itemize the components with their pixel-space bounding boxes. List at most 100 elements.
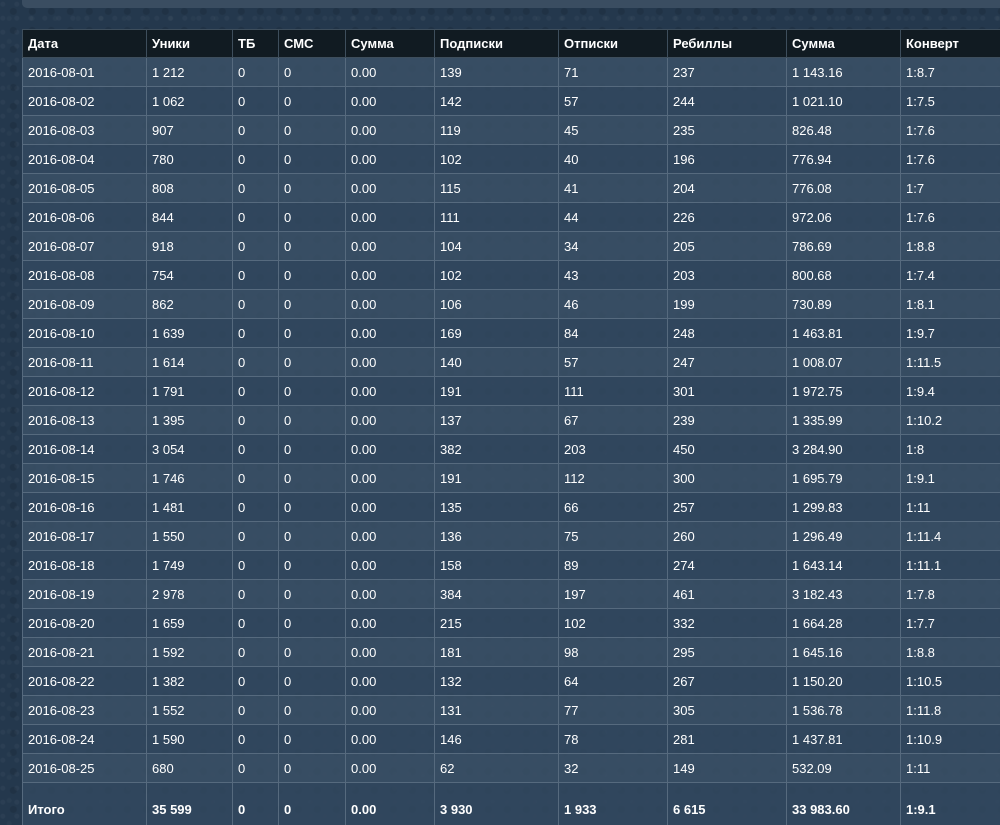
cell-sum: 0.00 — [345, 376, 435, 406]
cell-rebill-sum: 786.69 — [786, 231, 901, 261]
header-conversion[interactable]: Конверт — [900, 29, 1000, 58]
cell-sms: 0 — [278, 637, 346, 667]
cell-tb: 0 — [232, 144, 279, 174]
cell-tb: 0 — [232, 289, 279, 319]
cell-subscriptions: 106 — [434, 289, 559, 319]
header-unsubscriptions[interactable]: Отписки — [558, 29, 668, 58]
header-sms[interactable]: СМС — [278, 29, 346, 58]
cell-subscriptions: 169 — [434, 318, 559, 348]
cell-subscriptions: 102 — [434, 144, 559, 174]
cell-sum: 0.00 — [345, 434, 435, 464]
cell-unsubscriptions: 46 — [558, 289, 668, 319]
cell-rebills: 239 — [667, 405, 787, 435]
cell-date: 2016-08-21 — [22, 637, 147, 667]
cell-uniques: 1 395 — [146, 405, 233, 435]
table-row: 2016-08-12 1 791 0 0 0.00 191 111 301 1 972.75 1:… — [22, 376, 1000, 406]
cell-sms: 0 — [278, 492, 346, 522]
cell-subscriptions: 158 — [434, 550, 559, 580]
cell-tb: 0 — [232, 695, 279, 725]
header-row: Дата Уники ТБ СМС Сумма Подписки Отписки… — [22, 29, 1000, 58]
cell-sum: 0.00 — [345, 550, 435, 580]
table-row: 2016-08-02 1 062 0 0 0.00 142 57 244 1 021.10 1:7… — [22, 86, 1000, 116]
table-row: 2016-08-03 907 0 0 0.00 119 45 235 826.48 1:7.6 — [22, 115, 1000, 145]
cell-uniques: 1 550 — [146, 521, 233, 551]
cell-unsubscriptions: 41 — [558, 173, 668, 203]
table-row: 2016-08-24 1 590 0 0 0.00 146 78 281 1 437.81 1:1… — [22, 724, 1000, 754]
cell-sms: 0 — [278, 260, 346, 290]
cell-subscriptions: 384 — [434, 579, 559, 609]
cell-date: 2016-08-22 — [22, 666, 147, 696]
cell-unsubscriptions: 197 — [558, 579, 668, 609]
cell-sms: 0 — [278, 347, 346, 377]
cell-sum: 0.00 — [345, 579, 435, 609]
header-rebill-sum[interactable]: Сумма — [786, 29, 901, 58]
cell-sms: 0 — [278, 695, 346, 725]
cell-conversion: 1:7.5 — [900, 86, 1000, 116]
cell-rebill-sum: 3 182.43 — [786, 579, 901, 609]
cell-uniques: 1 382 — [146, 666, 233, 696]
cell-sum: 0.00 — [345, 492, 435, 522]
cell-date: 2016-08-11 — [22, 347, 147, 377]
cell-rebill-sum: 3 284.90 — [786, 434, 901, 464]
cell-tb: 0 — [232, 86, 279, 116]
cell-unsubscriptions: 71 — [558, 57, 668, 87]
cell-conversion: 1:9.4 — [900, 376, 1000, 406]
cell-subscriptions: 191 — [434, 463, 559, 493]
cell-sms: 0 — [278, 550, 346, 580]
cell-conversion: 1:11.5 — [900, 347, 1000, 377]
cell-uniques: 754 — [146, 260, 233, 290]
cell-sms: 0 — [278, 202, 346, 232]
cell-subscriptions: 215 — [434, 608, 559, 638]
cell-conversion: 1:10.9 — [900, 724, 1000, 754]
table-row: 2016-08-10 1 639 0 0 0.00 169 84 248 1 463.81 1:9… — [22, 318, 1000, 348]
cell-rebill-sum: 1 645.16 — [786, 637, 901, 667]
cell-conversion: 1:8.8 — [900, 637, 1000, 667]
cell-uniques: 1 746 — [146, 463, 233, 493]
cell-rebill-sum: 1 299.83 — [786, 492, 901, 522]
cell-conversion: 1:7.4 — [900, 260, 1000, 290]
cell-rebills: 450 — [667, 434, 787, 464]
cell-sms: 0 — [278, 57, 346, 87]
cell-rebills: 461 — [667, 579, 787, 609]
totals-rebills: 6 615 — [667, 782, 787, 825]
cell-rebill-sum: 1 643.14 — [786, 550, 901, 580]
cell-sms: 0 — [278, 173, 346, 203]
header-sum[interactable]: Сумма — [345, 29, 435, 58]
header-tb[interactable]: ТБ — [232, 29, 279, 58]
cell-tb: 0 — [232, 115, 279, 145]
table-body: 2016-08-01 1 212 0 0 0.00 139 71 237 1 143.16 1:8… — [22, 57, 1000, 783]
cell-conversion: 1:8.8 — [900, 231, 1000, 261]
cell-unsubscriptions: 43 — [558, 260, 668, 290]
cell-subscriptions: 181 — [434, 637, 559, 667]
cell-uniques: 1 592 — [146, 637, 233, 667]
cell-tb: 0 — [232, 724, 279, 754]
table-header: Дата Уники ТБ СМС Сумма Подписки Отписки… — [22, 29, 1000, 58]
cell-conversion: 1:7 — [900, 173, 1000, 203]
cell-subscriptions: 131 — [434, 695, 559, 725]
cell-subscriptions: 140 — [434, 347, 559, 377]
cell-rebill-sum: 1 463.81 — [786, 318, 901, 348]
cell-rebill-sum: 972.06 — [786, 202, 901, 232]
cell-uniques: 1 614 — [146, 347, 233, 377]
cell-sms: 0 — [278, 86, 346, 116]
totals-label: Итого — [22, 782, 147, 825]
cell-uniques: 918 — [146, 231, 233, 261]
table-row: 2016-08-17 1 550 0 0 0.00 136 75 260 1 296.49 1:1… — [22, 521, 1000, 551]
cell-rebills: 300 — [667, 463, 787, 493]
cell-sum: 0.00 — [345, 463, 435, 493]
header-rebills[interactable]: Ребиллы — [667, 29, 787, 58]
cell-subscriptions: 115 — [434, 173, 559, 203]
cell-unsubscriptions: 34 — [558, 231, 668, 261]
cell-tb: 0 — [232, 492, 279, 522]
table-row: 2016-08-01 1 212 0 0 0.00 139 71 237 1 143.16 1:8… — [22, 57, 1000, 87]
cell-conversion: 1:7.7 — [900, 608, 1000, 638]
cell-uniques: 3 054 — [146, 434, 233, 464]
table-row: 2016-08-23 1 552 0 0 0.00 131 77 305 1 536.78 1:1… — [22, 695, 1000, 725]
header-subscriptions[interactable]: Подписки — [434, 29, 559, 58]
header-uniques[interactable]: Уники — [146, 29, 233, 58]
cell-rebills: 244 — [667, 86, 787, 116]
header-date[interactable]: Дата — [22, 29, 147, 58]
cell-sum: 0.00 — [345, 289, 435, 319]
cell-rebills: 267 — [667, 666, 787, 696]
cell-uniques: 780 — [146, 144, 233, 174]
